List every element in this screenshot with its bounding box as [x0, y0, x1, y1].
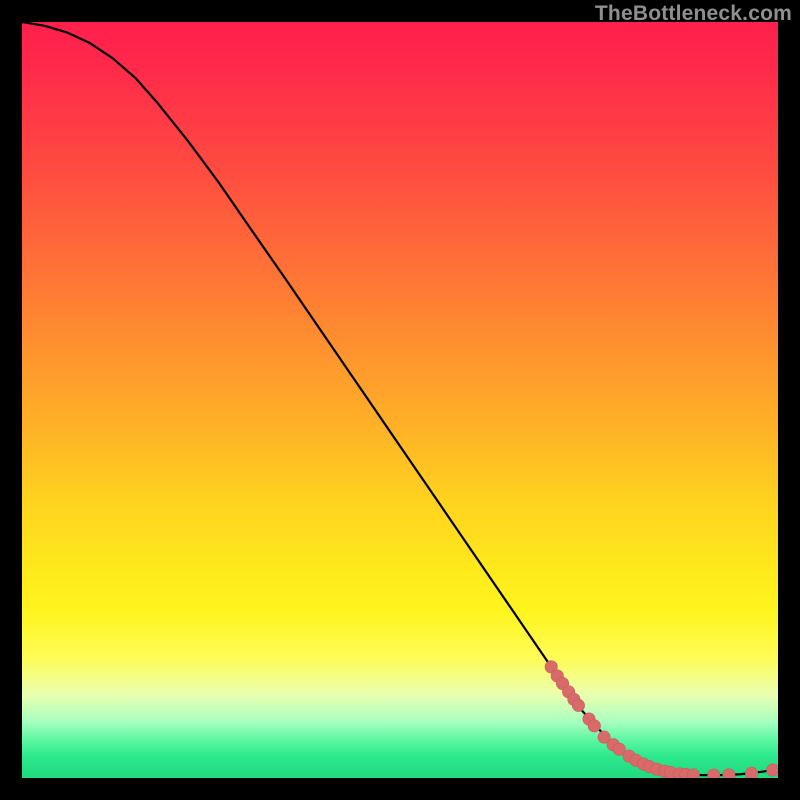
curve-line [22, 22, 778, 775]
chart-stage: TheBottleneck.com [0, 0, 800, 800]
data-point [572, 699, 584, 711]
data-point [767, 764, 778, 776]
plot-area [22, 22, 778, 778]
data-point [723, 769, 735, 778]
data-point [588, 720, 600, 732]
data-point [687, 769, 699, 778]
curve-markers [545, 661, 778, 778]
data-point [745, 767, 757, 778]
chart-overlay [22, 22, 778, 778]
data-point [708, 769, 720, 778]
watermark-text: TheBottleneck.com [595, 2, 792, 26]
